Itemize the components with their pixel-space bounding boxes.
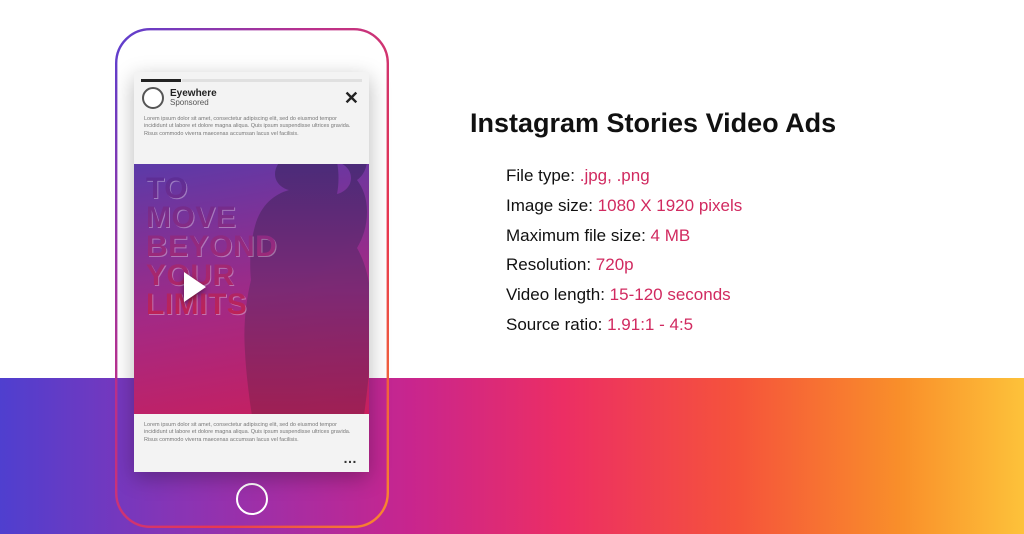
spec-label: Video length: [506,285,605,304]
spec-value: 1.91:1 - 4:5 [607,315,693,334]
specs-panel: Instagram Stories Video Ads File type: .… [470,108,970,340]
spec-value: 15-120 seconds [610,285,731,304]
spec-value: 1080 X 1920 pixels [598,196,743,215]
story-header: Eyewhere Sponsored ✕ [142,87,361,109]
phone-home-button [236,483,268,515]
spec-row: Video length: 15-120 seconds [506,280,970,310]
story-hero: TO MOVE BEYOND YOUR LIMITS [134,164,369,414]
spec-row: Source ratio: 1.91:1 - 4:5 [506,310,970,340]
close-icon[interactable]: ✕ [344,89,361,107]
phone-earpiece [225,51,279,57]
spec-row: Resolution: 720p [506,250,970,280]
page-title: Instagram Stories Video Ads [470,108,970,139]
story-headline: TO MOVE BEYOND YOUR LIMITS [146,174,277,319]
spec-row: Image size: 1080 X 1920 pixels [506,191,970,221]
phone-mockup: Eyewhere Sponsored ✕ Lorem ipsum dolor s… [115,28,389,528]
specs-list: File type: .jpg, .png Image size: 1080 X… [470,161,970,340]
avatar [142,87,164,109]
story-bottom-caption: Lorem ipsum dolor sit amet, consectetur … [144,422,359,444]
story-progress-track [182,79,362,82]
spec-label: Maximum file size: [506,226,646,245]
play-icon[interactable] [184,272,206,302]
spec-label: Source ratio: [506,315,602,334]
brand-block: Eyewhere Sponsored [170,88,217,108]
story-top-caption: Lorem ipsum dolor sit amet, consectetur … [144,116,359,138]
spec-value: 4 MB [651,226,691,245]
spec-value: 720p [596,255,634,274]
story-progress-fill [141,79,181,82]
spec-label: Resolution: [506,255,591,274]
sponsored-label: Sponsored [170,99,217,108]
spec-label: File type: [506,166,575,185]
story-preview-card: Eyewhere Sponsored ✕ Lorem ipsum dolor s… [134,72,369,472]
spec-label: Image size: [506,196,593,215]
spec-row: Maximum file size: 4 MB [506,221,970,251]
more-icon[interactable]: … [343,450,359,466]
spec-row: File type: .jpg, .png [506,161,970,191]
spec-value: .jpg, .png [580,166,650,185]
